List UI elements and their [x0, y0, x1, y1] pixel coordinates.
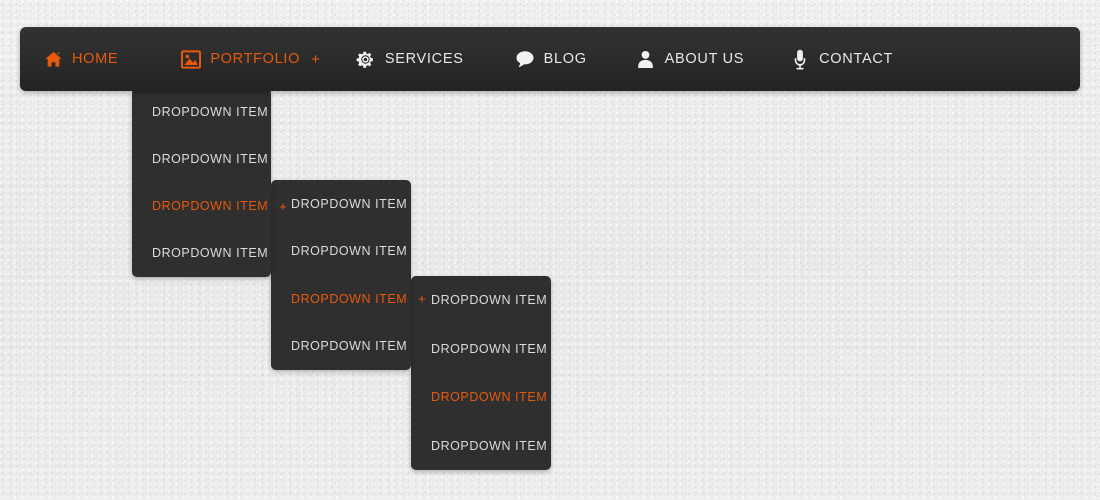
nav-item-contact[interactable]: CONTACT	[744, 27, 893, 91]
dropdown-item-label: DROPDOWN ITEM	[431, 438, 548, 453]
dropdown-item-active[interactable]: DROPDOWN ITEM +	[132, 183, 287, 230]
dropdown-item-label: DROPDOWN ITEM	[431, 293, 548, 308]
dropdown-item[interactable]: DROPDOWN ITEM	[271, 323, 411, 371]
main-navigation-bar: HOME PORTFOLIO + SERVICES BLOG ABOUT US …	[20, 27, 1080, 91]
dropdown-item-label: DROPDOWN ITEM	[291, 339, 408, 354]
nav-item-home-label: HOME	[72, 51, 119, 67]
user-icon	[636, 49, 656, 69]
dropdown-item-label: DROPDOWN ITEM	[152, 199, 269, 214]
microphone-icon	[790, 49, 810, 69]
nav-item-services-label: SERVICES	[384, 51, 464, 67]
nav-item-portfolio-submenu-indicator: +	[311, 50, 320, 68]
dropdown-item-label: DROPDOWN ITEM	[291, 244, 408, 259]
dropdown-item-label: DROPDOWN ITEM	[431, 341, 548, 356]
dropdown-item[interactable]: DROPDOWN ITEM	[411, 325, 551, 374]
dropdown-item-label: DROPDOWN ITEM	[152, 104, 269, 119]
dropdown-item-label: DROPDOWN ITEM	[152, 151, 269, 166]
dropdown-item-label: DROPDOWN ITEM	[152, 246, 269, 261]
dropdown-item-submenu-indicator: +	[279, 198, 287, 214]
dropdown-item[interactable]: DROPDOWN ITEM	[411, 276, 551, 325]
dropdown-item[interactable]: DROPDOWN ITEM	[132, 88, 271, 135]
dropdown-menu-level-1: DROPDOWN ITEM DROPDOWN ITEM DROPDOWN ITE…	[132, 88, 287, 277]
dropdown-item-label: DROPDOWN ITEM	[291, 196, 408, 211]
dropdown-item[interactable]: DROPDOWN ITEM	[271, 180, 411, 228]
nav-item-contact-label: CONTACT	[819, 51, 894, 67]
dropdown-item-submenu-indicator: +	[418, 291, 426, 307]
dropdown-item[interactable]: DROPDOWN ITEM	[271, 228, 411, 276]
dropdown-item-active[interactable]: DROPDOWN ITEM +	[271, 275, 426, 323]
image-icon	[181, 49, 202, 69]
nav-item-blog[interactable]: BLOG	[464, 27, 587, 91]
dropdown-item[interactable]: DROPDOWN ITEM	[411, 422, 551, 471]
dropdown-item[interactable]: DROPDOWN ITEM	[132, 230, 271, 277]
nav-item-about-us[interactable]: ABOUT US	[587, 27, 744, 91]
nav-item-about-us-label: ABOUT US	[664, 51, 745, 67]
dropdown-item-label: DROPDOWN ITEM	[291, 291, 408, 306]
comment-icon	[515, 49, 535, 69]
gear-icon	[356, 49, 376, 69]
dropdown-item-label: DROPDOWN ITEM	[431, 390, 548, 405]
nav-item-portfolio-label: PORTFOLIO	[210, 51, 301, 67]
dropdown-menu-level-3: DROPDOWN ITEM DROPDOWN ITEM DROPDOWN ITE…	[411, 276, 551, 470]
home-icon	[43, 49, 63, 69]
dropdown-item[interactable]: DROPDOWN ITEM	[132, 135, 271, 182]
nav-item-portfolio[interactable]: PORTFOLIO +	[118, 27, 320, 91]
nav-item-home[interactable]: HOME	[20, 27, 118, 91]
nav-item-services[interactable]: SERVICES	[320, 27, 464, 91]
dropdown-item-active[interactable]: DROPDOWN ITEM	[411, 373, 551, 422]
nav-item-blog-label: BLOG	[543, 51, 587, 67]
dropdown-menu-level-2: DROPDOWN ITEM DROPDOWN ITEM DROPDOWN ITE…	[271, 180, 426, 371]
